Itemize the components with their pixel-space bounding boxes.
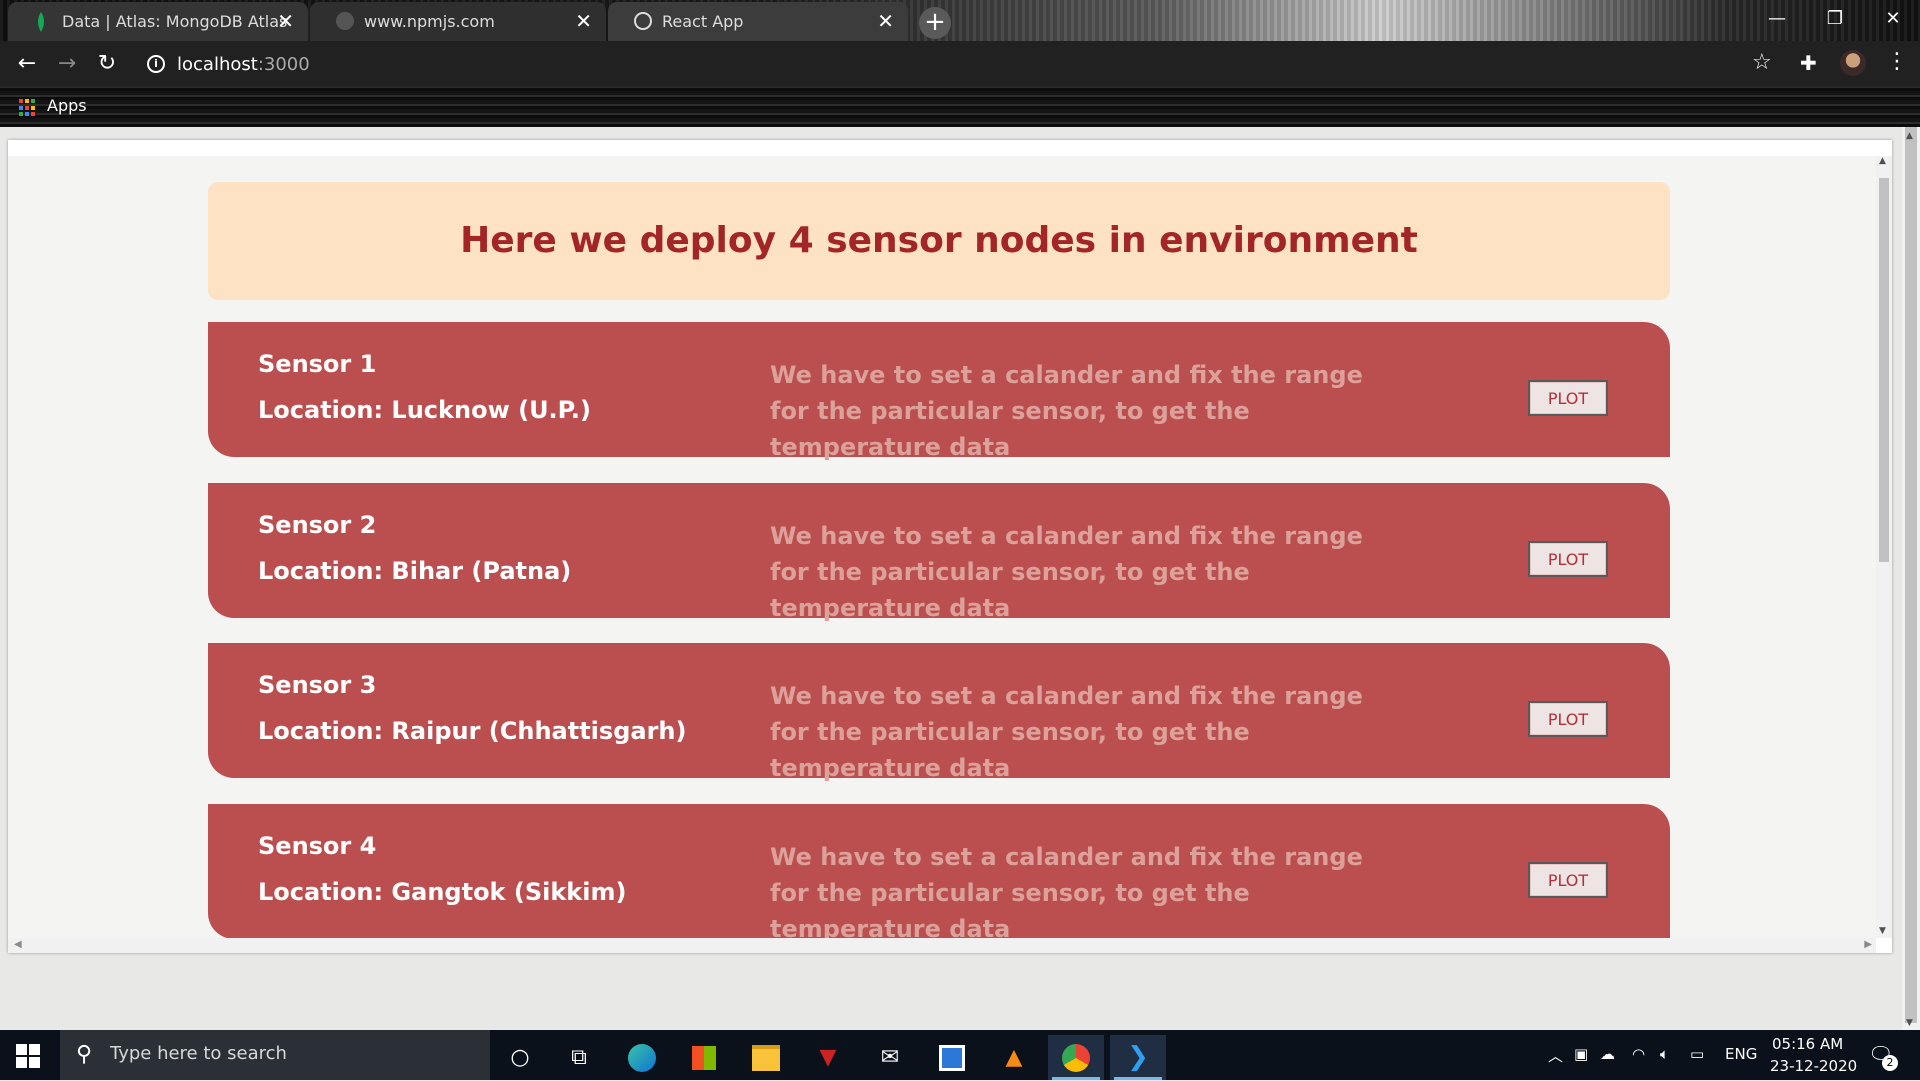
store-icon[interactable] [676, 1035, 732, 1080]
tab-label: React App [662, 12, 744, 31]
apps-bookmark[interactable]: Apps [47, 96, 87, 115]
kebab-menu-icon[interactable]: ⋮ [1886, 49, 1908, 74]
browser-toolbar: ← → ↻ i localhost:3000 ☆ ✚ ⋮ [0, 41, 1920, 87]
sensor-description: We have to set a calander and fix the ra… [770, 682, 1363, 782]
plot-button[interactable]: PLOT [1528, 701, 1608, 737]
chevron-up-icon[interactable]: ︿ [1548, 1045, 1563, 1066]
restore-icon[interactable]: ❐ [1806, 0, 1864, 39]
scrollbar-thumb[interactable] [1879, 178, 1889, 562]
page-viewport: Here we deploy 4 sensor nodes in environ… [0, 127, 1920, 1030]
scroll-up-arrow-icon[interactable]: ▲ [1906, 131, 1913, 141]
vscode-icon[interactable]: ❯ [1110, 1035, 1166, 1080]
inner-horizontal-scrollbar[interactable]: ◀ ▶ [8, 938, 1876, 953]
apps-grid-icon[interactable] [19, 99, 37, 117]
sensor-card: Sensor 2 Location: Bihar (Patna) We have… [208, 483, 1670, 622]
tab-npmjs[interactable]: www.npmjs.com ✕ [310, 2, 606, 41]
extensions-puzzle-icon[interactable]: ✚ [1800, 51, 1817, 75]
window-close-icon[interactable]: ✕ [1864, 0, 1920, 39]
url-port: :3000 [257, 54, 310, 75]
search-icon: ⚲ [76, 1042, 93, 1067]
scroll-down-arrow-icon[interactable]: ▼ [1906, 1018, 1913, 1028]
system-tray: ︿ ▣ ☁ ◠ 🔈︎ ▭ ENG [1540, 1030, 1920, 1080]
plot-button[interactable]: PLOT [1528, 541, 1608, 577]
bookmarks-bar: Apps [0, 87, 1920, 127]
meet-now-icon[interactable]: ▣ [1574, 1045, 1588, 1063]
profile-avatar[interactable] [1840, 50, 1866, 76]
sensor-location: Location: Raipur (Chhattisgarh) [258, 717, 687, 745]
edge-icon[interactable] [614, 1035, 670, 1080]
scroll-left-arrow-icon[interactable]: ◀ [14, 939, 22, 950]
page-title: Here we deploy 4 sensor nodes in environ… [460, 220, 1418, 261]
tab-mongodb-atlas[interactable]: Data | Atlas: MongoDB Atlas ✕ [8, 2, 308, 41]
sensor-card: Sensor 1 Location: Lucknow (U.P.) We hav… [208, 322, 1670, 461]
scroll-down-arrow-icon[interactable]: ▼ [1879, 926, 1886, 936]
taskbar-search-box[interactable]: ⚲ Type here to search [60, 1030, 490, 1080]
vlc-icon[interactable]: ▲ [986, 1035, 1042, 1080]
cortana-icon[interactable]: ○ [492, 1035, 548, 1080]
sensor-description: We have to set a calander and fix the ra… [770, 843, 1363, 938]
plot-button[interactable]: PLOT [1528, 380, 1608, 416]
back-arrow-icon[interactable]: ← [12, 50, 42, 78]
volume-icon[interactable]: 🔈︎ [1660, 1045, 1669, 1063]
battery-icon[interactable]: ▭ [1690, 1045, 1704, 1063]
tab-label: Data | Atlas: MongoDB Atlas [62, 12, 288, 31]
jetbrains-icon[interactable] [924, 1035, 980, 1080]
globe-icon [634, 12, 652, 30]
sensor-location: Location: Bihar (Patna) [258, 557, 572, 585]
close-icon[interactable]: ✕ [877, 9, 894, 33]
predator-sense-icon[interactable]: ▼ [800, 1035, 856, 1080]
close-icon[interactable]: ✕ [277, 9, 294, 33]
forward-arrow-icon[interactable]: → [52, 50, 82, 78]
sensor-card: Sensor 4 Location: Gangtok (Sikkim) We h… [208, 804, 1670, 938]
globe-icon [336, 12, 354, 30]
sensor-name: Sensor 4 [258, 832, 377, 860]
task-view-icon[interactable]: ⧉ [551, 1035, 607, 1080]
app-content: Here we deploy 4 sensor nodes in environ… [8, 156, 1876, 938]
windows-taskbar: ⚲ Type here to search ○ ⧉ ▼ ✉ ▲ ❯ ︿ ▣ ☁ … [0, 1030, 1920, 1080]
info-icon[interactable]: i [147, 55, 165, 73]
scroll-up-arrow-icon[interactable]: ▲ [1879, 156, 1886, 166]
clock-time[interactable]: 05:16 AM [1772, 1035, 1843, 1053]
sensor-description: We have to set a calander and fix the ra… [770, 361, 1363, 461]
inner-vertical-scrollbar[interactable]: ▲ ▼ [1876, 156, 1892, 938]
url-host: localhost [177, 54, 258, 75]
sensor-name: Sensor 1 [258, 350, 377, 378]
scrollbar-thumb[interactable] [1905, 127, 1917, 1023]
plot-button[interactable]: PLOT [1528, 862, 1608, 898]
onedrive-icon[interactable]: ☁ [1600, 1045, 1615, 1063]
minimize-icon[interactable]: — [1748, 0, 1806, 39]
sensor-location: Location: Gangtok (Sikkim) [258, 878, 627, 906]
app-frame: Here we deploy 4 sensor nodes in environ… [8, 140, 1892, 953]
sensor-location: Location: Lucknow (U.P.) [258, 396, 591, 424]
close-icon[interactable]: ✕ [575, 9, 592, 33]
header-banner: Here we deploy 4 sensor nodes in environ… [208, 182, 1670, 300]
page-vertical-scrollbar[interactable]: ▲ ▼ [1902, 127, 1920, 1030]
tab-strip: Data | Atlas: MongoDB Atlas ✕ www.npmjs.… [0, 0, 1920, 41]
new-tab-button[interactable]: + [919, 7, 951, 39]
reload-icon[interactable]: ↻ [92, 50, 122, 78]
windows-start-icon[interactable] [16, 1044, 40, 1068]
url-text[interactable]: localhost:3000 [177, 54, 310, 75]
mail-icon[interactable]: ✉ [862, 1035, 918, 1080]
scroll-right-arrow-icon[interactable]: ▶ [1864, 939, 1872, 950]
tab-react-app[interactable]: React App ✕ [608, 2, 908, 41]
file-explorer-icon[interactable] [738, 1035, 794, 1080]
address-bar[interactable]: i localhost:3000 [135, 47, 1775, 81]
wifi-icon[interactable]: ◠ [1632, 1045, 1645, 1063]
chrome-icon[interactable] [1048, 1035, 1104, 1080]
mongodb-leaf-icon [34, 12, 52, 32]
clock-date[interactable]: 23-12-2020 [1770, 1057, 1857, 1075]
search-placeholder: Type here to search [110, 1043, 287, 1064]
sensor-name: Sensor 3 [258, 671, 377, 699]
language-indicator[interactable]: ENG [1725, 1045, 1757, 1063]
sensor-name: Sensor 2 [258, 511, 377, 539]
tab-label: www.npmjs.com [364, 12, 495, 31]
sensor-card: Sensor 3 Location: Raipur (Chhattisgarh)… [208, 643, 1670, 782]
bookmark-star-icon[interactable]: ☆ [1752, 50, 1772, 75]
notification-count-badge: 2 [1882, 1055, 1898, 1071]
sensor-description: We have to set a calander and fix the ra… [770, 522, 1363, 622]
